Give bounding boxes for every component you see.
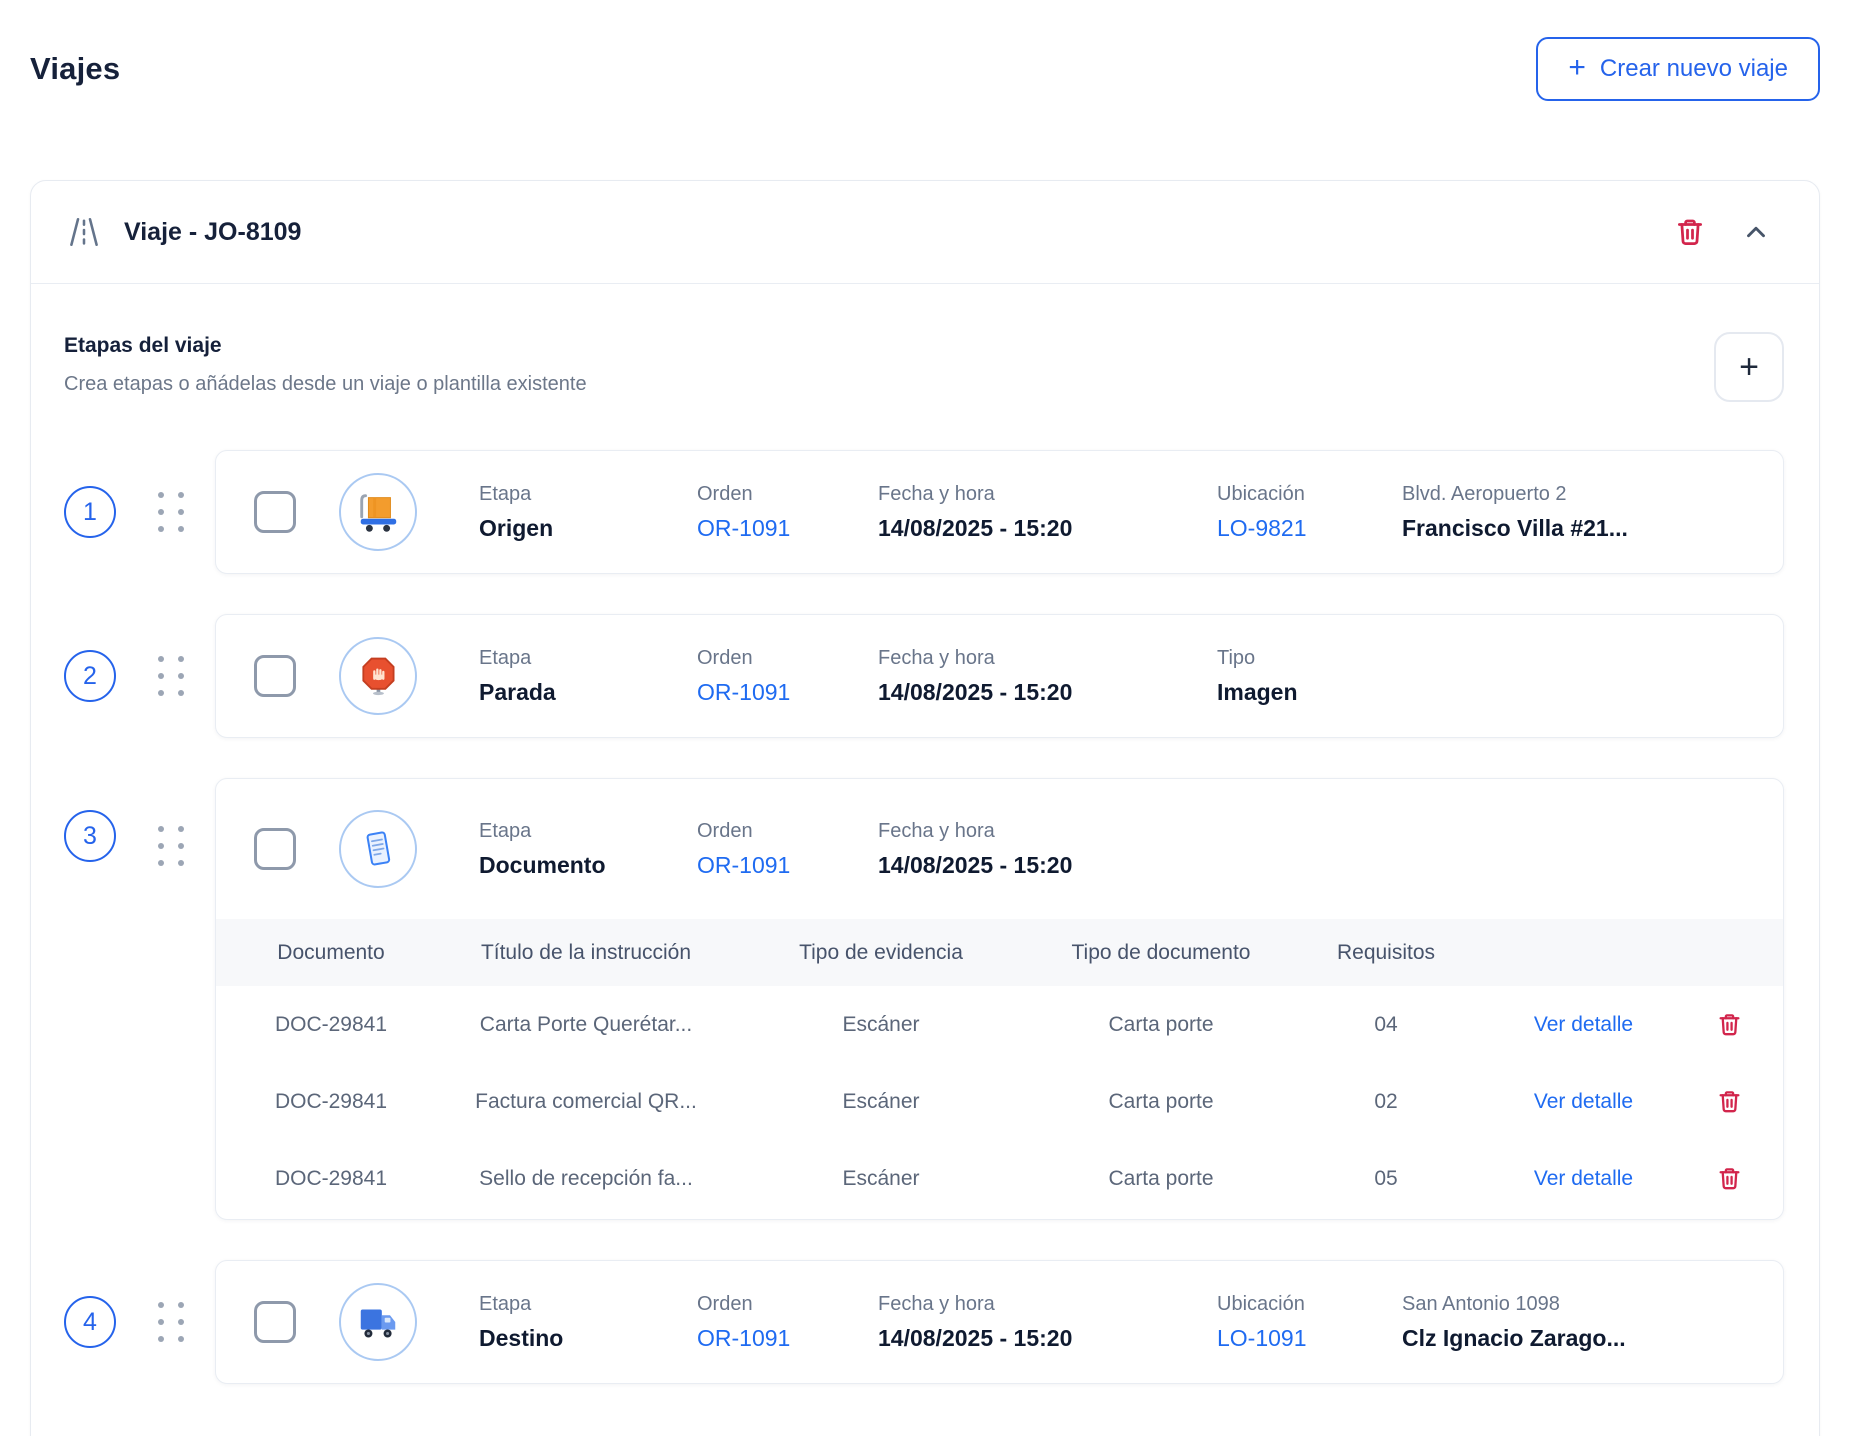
stage-row-documento: 3 bbox=[64, 778, 1784, 1220]
documento-cell: DOC-29841 bbox=[236, 1090, 426, 1114]
create-trip-label: Crear nuevo viaje bbox=[1600, 55, 1788, 83]
create-trip-button[interactable]: + Crear nuevo viaje bbox=[1536, 37, 1820, 101]
stage-checkbox[interactable] bbox=[254, 1301, 296, 1343]
field-ubicacion: Ubicación LO-1091 bbox=[1217, 1293, 1402, 1352]
ver-detalle-link[interactable]: Ver detalle bbox=[1466, 1167, 1701, 1191]
field-etapa: Etapa Documento bbox=[479, 820, 697, 879]
delete-document-button[interactable] bbox=[1713, 1161, 1746, 1196]
page-title: Viajes bbox=[30, 51, 120, 87]
delete-document-button[interactable] bbox=[1713, 1084, 1746, 1119]
trash-icon bbox=[1717, 1165, 1742, 1192]
field-etapa: Etapa Origen bbox=[479, 483, 697, 542]
ver-detalle-link[interactable]: Ver detalle bbox=[1466, 1090, 1701, 1114]
stages-section-subtitle: Crea etapas o añádelas desde un viaje o … bbox=[64, 373, 587, 396]
orden-link[interactable]: OR-1091 bbox=[697, 515, 878, 542]
titulo-cell: Carta Porte Querétar... bbox=[426, 1013, 746, 1037]
stages-section-text: Etapas del viaje Crea etapas o añádelas … bbox=[64, 334, 587, 396]
stages-section-header: Etapas del viaje Crea etapas o añádelas … bbox=[64, 334, 1784, 402]
tipo-documento-cell: Carta porte bbox=[1016, 1090, 1306, 1114]
document-row: DOC-29841 Carta Porte Querétar... Escáne… bbox=[216, 986, 1783, 1063]
collapse-trip-button[interactable] bbox=[1737, 213, 1775, 251]
documento-cell: DOC-29841 bbox=[236, 1167, 426, 1191]
field-tipo: Tipo Imagen bbox=[1217, 647, 1402, 706]
field-fecha: Fecha y hora 14/08/2025 - 15:20 bbox=[878, 1293, 1217, 1352]
truck-icon bbox=[339, 1283, 417, 1361]
evidencia-cell: Escáner bbox=[746, 1167, 1016, 1191]
stage-row-parada: 2 bbox=[64, 614, 1784, 738]
field-fecha: Fecha y hora 14/08/2025 - 15:20 bbox=[878, 647, 1217, 706]
stage-card-documento: Etapa Documento Orden OR-1091 Fecha y ho… bbox=[215, 778, 1784, 1220]
requisitos-cell: 02 bbox=[1306, 1090, 1466, 1114]
titulo-cell: Factura comercial QR... bbox=[426, 1090, 746, 1114]
stage-number-badge: 3 bbox=[64, 810, 116, 862]
requisitos-cell: 04 bbox=[1306, 1013, 1466, 1037]
stage-checkbox[interactable] bbox=[254, 491, 296, 533]
trip-card-body: Etapas del viaje Crea etapas o añádelas … bbox=[31, 334, 1819, 1424]
stage-row-origen: 1 bbox=[64, 450, 1784, 574]
field-ubicacion: Ubicación LO-9821 bbox=[1217, 483, 1402, 542]
handtruck-icon bbox=[339, 473, 417, 551]
field-orden: Orden OR-1091 bbox=[697, 647, 878, 706]
road-icon bbox=[66, 214, 102, 250]
documents-table: Documento Título de la instrucción Tipo … bbox=[216, 919, 1783, 1219]
field-fecha: Fecha y hora 14/08/2025 - 15:20 bbox=[878, 820, 1217, 879]
stop-hand-icon bbox=[339, 637, 417, 715]
stage-number-badge: 1 bbox=[64, 486, 116, 538]
evidencia-cell: Escáner bbox=[746, 1090, 1016, 1114]
delete-document-button[interactable] bbox=[1713, 1007, 1746, 1042]
stage-number-badge: 4 bbox=[64, 1296, 116, 1348]
field-orden: Orden OR-1091 bbox=[697, 820, 878, 879]
field-orden: Orden OR-1091 bbox=[697, 1293, 878, 1352]
document-row: DOC-29841 Factura comercial QR... Escáne… bbox=[216, 1063, 1783, 1140]
plus-icon: + bbox=[1568, 53, 1586, 83]
stage-card-destino: Etapa Destino Orden OR-1091 Fecha y hora… bbox=[215, 1260, 1784, 1384]
drag-handle-icon[interactable] bbox=[158, 1302, 184, 1342]
field-direccion: Blvd. Aeropuerto 2 Francisco Villa #21..… bbox=[1402, 483, 1783, 542]
drag-handle-icon[interactable] bbox=[158, 826, 184, 866]
add-stage-button[interactable]: + bbox=[1714, 332, 1784, 402]
orden-link[interactable]: OR-1091 bbox=[697, 679, 878, 706]
stage-card-origen: Etapa Origen Orden OR-1091 Fecha y hora … bbox=[215, 450, 1784, 574]
ubicacion-link[interactable]: LO-9821 bbox=[1217, 515, 1402, 542]
document-icon bbox=[339, 810, 417, 888]
stages-section-title: Etapas del viaje bbox=[64, 334, 587, 358]
documento-cell: DOC-29841 bbox=[236, 1013, 426, 1037]
stage-row-destino: 4 bbox=[64, 1260, 1784, 1384]
trash-icon bbox=[1675, 216, 1705, 248]
stage-card-parada: Etapa Parada Orden OR-1091 Fecha y hora … bbox=[215, 614, 1784, 738]
trip-card-header: Viaje - JO-8109 bbox=[31, 181, 1819, 284]
field-fecha: Fecha y hora 14/08/2025 - 15:20 bbox=[878, 483, 1217, 542]
stage-checkbox[interactable] bbox=[254, 828, 296, 870]
stage-number-badge: 2 bbox=[64, 650, 116, 702]
field-direccion: San Antonio 1098 Clz Ignacio Zarago... bbox=[1402, 1293, 1783, 1352]
field-orden: Orden OR-1091 bbox=[697, 483, 878, 542]
drag-handle-icon[interactable] bbox=[158, 656, 184, 696]
orden-link[interactable]: OR-1091 bbox=[697, 852, 878, 879]
ubicacion-link[interactable]: LO-1091 bbox=[1217, 1325, 1402, 1352]
trash-icon bbox=[1717, 1088, 1742, 1115]
page-header: Viajes + Crear nuevo viaje bbox=[30, 36, 1820, 102]
trip-card: Viaje - JO-8109 bbox=[30, 180, 1820, 1436]
documents-table-header: Documento Título de la instrucción Tipo … bbox=[216, 919, 1783, 986]
viajes-page: Viajes + Crear nuevo viaje Viaje - JO-81… bbox=[0, 0, 1850, 1436]
requisitos-cell: 05 bbox=[1306, 1167, 1466, 1191]
chevron-up-icon bbox=[1741, 217, 1771, 247]
tipo-documento-cell: Carta porte bbox=[1016, 1167, 1306, 1191]
ver-detalle-link[interactable]: Ver detalle bbox=[1466, 1013, 1701, 1037]
field-etapa: Etapa Parada bbox=[479, 647, 697, 706]
evidencia-cell: Escáner bbox=[746, 1013, 1016, 1037]
delete-trip-button[interactable] bbox=[1671, 212, 1709, 252]
trip-title: Viaje - JO-8109 bbox=[124, 218, 301, 247]
drag-handle-icon[interactable] bbox=[158, 492, 184, 532]
tipo-documento-cell: Carta porte bbox=[1016, 1013, 1306, 1037]
trash-icon bbox=[1717, 1011, 1742, 1038]
plus-icon: + bbox=[1739, 350, 1759, 384]
titulo-cell: Sello de recepción fa... bbox=[426, 1167, 746, 1191]
document-row: DOC-29841 Sello de recepción fa... Escán… bbox=[216, 1140, 1783, 1217]
orden-link[interactable]: OR-1091 bbox=[697, 1325, 878, 1352]
field-etapa: Etapa Destino bbox=[479, 1293, 697, 1352]
stage-checkbox[interactable] bbox=[254, 655, 296, 697]
